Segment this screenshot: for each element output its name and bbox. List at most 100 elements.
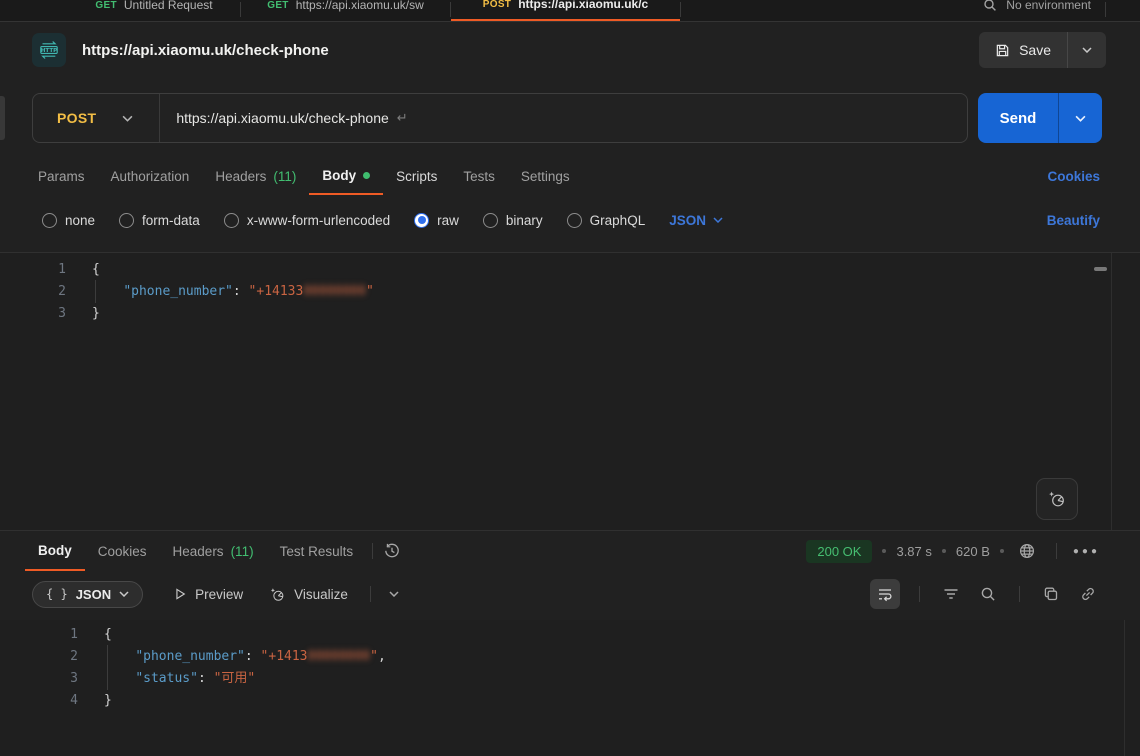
editor-gutter-line: [1124, 620, 1125, 756]
code-line: 2 "phone_number": "+141300000000",: [0, 646, 1140, 668]
tab-divider: [680, 2, 681, 17]
link-button[interactable]: [1076, 582, 1100, 606]
request-tab-untitled[interactable]: GET Untitled Request: [68, 0, 240, 21]
body-type-none[interactable]: none: [42, 213, 95, 228]
method-label: POST: [33, 110, 122, 126]
cookies-link[interactable]: Cookies: [1047, 169, 1100, 184]
code-token: {: [92, 262, 100, 277]
response-body-editor[interactable]: 1{2 "phone_number": "+141300000000",3 "s…: [0, 620, 1140, 756]
tab-label: https://api.xiaomu.uk/c: [518, 0, 648, 11]
visualize-button[interactable]: Visualize: [269, 586, 348, 603]
save-button[interactable]: Save: [979, 32, 1067, 68]
wrap-text-button[interactable]: [870, 579, 900, 609]
request-tabs: Params Authorization Headers (11) Body S…: [25, 157, 1100, 195]
tab-params[interactable]: Params: [25, 157, 98, 195]
request-tab-active[interactable]: POST https://api.xiaomu.uk/c: [451, 0, 680, 21]
filter-button[interactable]: [939, 582, 963, 606]
method-selector[interactable]: POST: [33, 110, 159, 126]
radio-icon: [224, 213, 239, 228]
response-tab-test-results[interactable]: Test Results: [267, 531, 367, 571]
divider: [370, 586, 371, 602]
search-icon: [983, 0, 997, 12]
line-number: 2: [0, 646, 104, 668]
save-split-button: Save: [979, 32, 1106, 68]
tab-settings[interactable]: Settings: [508, 157, 583, 195]
editor-scrollbar[interactable]: [1094, 267, 1107, 271]
tab-label: Untitled Request: [124, 0, 213, 12]
visualize-magic-icon: [269, 586, 286, 603]
response-tab-body[interactable]: Body: [25, 531, 85, 571]
code-token: "status": [135, 671, 198, 686]
indent-guide: [107, 667, 108, 690]
tab-headers[interactable]: Headers (11): [202, 157, 309, 195]
response-history-button[interactable]: [379, 538, 405, 564]
body-type-graphql[interactable]: GraphQL: [567, 213, 646, 228]
response-header: Body Cookies Headers (11) Test Results 2…: [25, 531, 1100, 571]
chevron-down-icon: [122, 115, 133, 122]
raw-format-selector[interactable]: JSON: [669, 213, 723, 228]
response-size: 620 B: [956, 544, 990, 559]
divider: [1056, 543, 1057, 559]
code-token: :: [198, 671, 206, 686]
environment-selector[interactable]: No environment: [983, 0, 1091, 12]
copy-icon: [1043, 586, 1059, 602]
code-token: [206, 671, 214, 686]
indent-guide: [107, 645, 108, 668]
body-type-binary[interactable]: binary: [483, 213, 543, 228]
code-token: [92, 284, 123, 299]
response-tab-headers[interactable]: Headers (11): [160, 531, 267, 571]
code-token: "+14133: [249, 284, 304, 299]
response-action-icons: [870, 579, 1100, 609]
network-info-button[interactable]: [1014, 538, 1040, 564]
request-title: https://api.xiaomu.uk/check-phone: [82, 42, 329, 59]
code-token: ": [366, 284, 374, 299]
body-type-x-www-form-urlencoded[interactable]: x-www-form-urlencoded: [224, 213, 390, 228]
postbot-sparkle-icon: [1047, 489, 1067, 509]
copy-button[interactable]: [1039, 582, 1063, 606]
tab-body[interactable]: Body: [309, 157, 383, 195]
line-number: 4: [0, 690, 104, 712]
response-format-selector[interactable]: { } JSON: [32, 581, 143, 608]
dot-separator: [882, 549, 886, 553]
chevron-down-icon: [713, 217, 723, 223]
line-number: 1: [0, 259, 92, 281]
body-type-raw[interactable]: raw: [414, 213, 459, 228]
line-number: 1: [0, 624, 104, 646]
code-line: 3}: [0, 303, 1140, 325]
response-time: 3.87 s: [896, 544, 931, 559]
url-input[interactable]: https://api.xiaomu.uk/check-phone: [176, 110, 388, 126]
visualize-options-button[interactable]: [385, 587, 403, 601]
environment-label: No environment: [1006, 0, 1091, 12]
request-body-editor[interactable]: 1{2 "phone_number": "+1413300000000"3}: [0, 252, 1140, 531]
http-request-icon: HTTP: [32, 33, 66, 67]
radio-icon: [483, 213, 498, 228]
tab-authorization[interactable]: Authorization: [98, 157, 203, 195]
beautify-link[interactable]: Beautify: [1047, 213, 1100, 228]
body-type-form-data[interactable]: form-data: [119, 213, 200, 228]
search-response-button[interactable]: [976, 582, 1000, 606]
url-row: POST https://api.xiaomu.uk/check-phone ↵…: [32, 93, 1102, 143]
tab-scripts[interactable]: Scripts: [383, 157, 450, 195]
radio-selected-icon: [414, 213, 429, 228]
modified-dot: [363, 172, 370, 179]
postbot-button[interactable]: [1036, 478, 1078, 520]
chevron-down-icon: [119, 591, 129, 597]
line-number: 2: [0, 281, 92, 303]
tab-tests[interactable]: Tests: [450, 157, 508, 195]
more-actions-button[interactable]: ●●●: [1073, 546, 1100, 557]
send-options-button[interactable]: [1059, 93, 1102, 143]
send-button[interactable]: Send: [978, 93, 1058, 143]
globe-icon: [1018, 542, 1036, 560]
code-line: 1{: [0, 624, 1140, 646]
sidebar-handle[interactable]: [0, 96, 5, 140]
url-bar: POST https://api.xiaomu.uk/check-phone ↵: [32, 93, 968, 143]
enter-hint-icon: ↵: [397, 110, 408, 126]
line-number: 3: [0, 303, 92, 325]
preview-button[interactable]: Preview: [173, 587, 243, 602]
request-tab-2[interactable]: GET https://api.xiaomu.uk/sw: [241, 0, 450, 21]
code-token: }: [104, 693, 112, 708]
save-options-button[interactable]: [1068, 32, 1106, 68]
send-split-button: Send: [978, 93, 1102, 143]
response-toolbar: { } JSON Preview Visualize: [32, 577, 1100, 611]
response-tab-cookies[interactable]: Cookies: [85, 531, 160, 571]
